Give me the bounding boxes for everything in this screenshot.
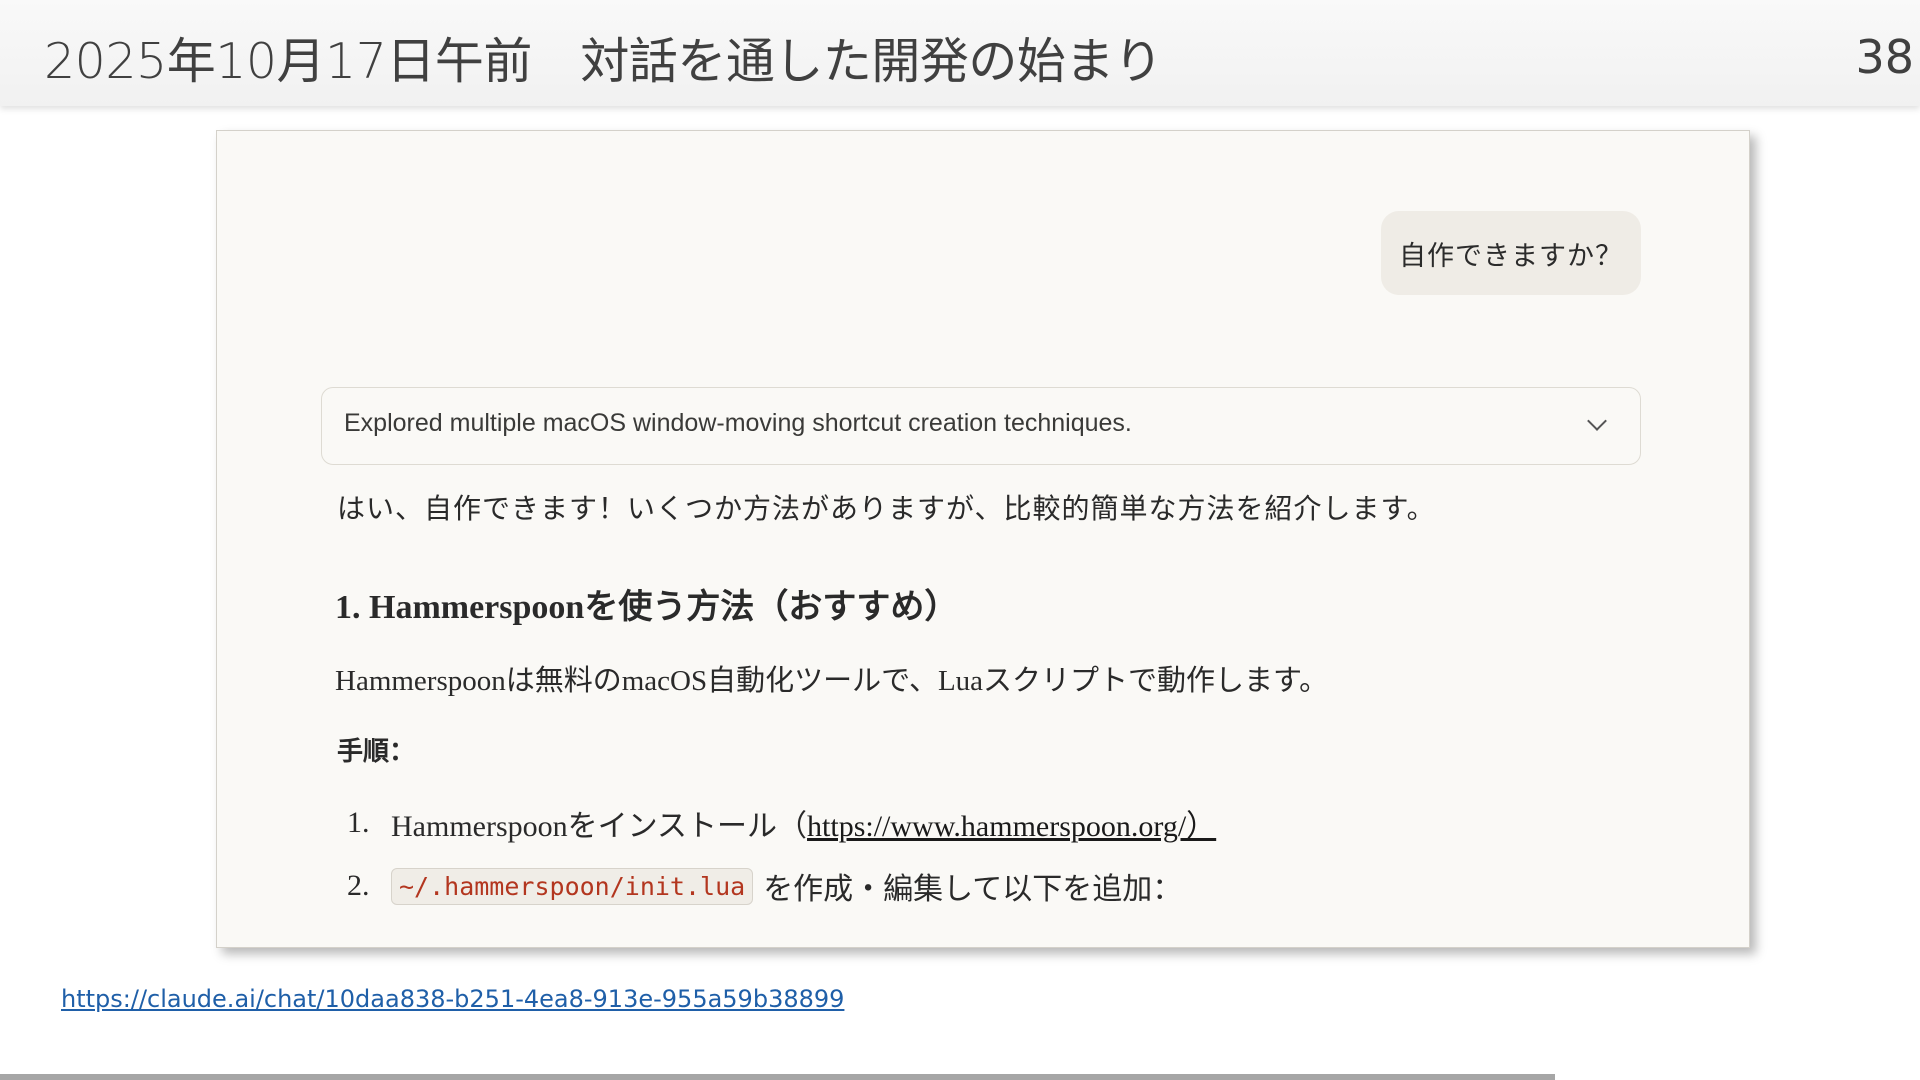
list-item: 1. Hammerspoonをインストール（ https://www.hamme… [347, 801, 1216, 845]
response-heading: 1. Hammerspoonを使う方法（おすすめ） [335, 589, 959, 626]
response-description: Hammerspoonは無料のmacOS自動化ツールで、Luaスクリプトで動作し… [335, 665, 1329, 697]
thinking-summary-toggle[interactable]: Explored multiple macOS window-moving sh… [321, 387, 1641, 465]
user-message-text: 自作できますか？ [1399, 240, 1623, 272]
slide-progress-bar [0, 1074, 1920, 1080]
chat-screenshot: 自作できますか？ Explored multiple macOS window-… [216, 130, 1750, 948]
steps-label: 手順： [337, 737, 416, 766]
list-item: 2. ~/.hammerspoon/init.lua を作成・編集して以下を追加… [347, 864, 1182, 908]
response-intro: はい、自作できます！いくつか方法がありますが、比較的簡単な方法を紹介します。 [337, 494, 1436, 525]
slide-title: 2025年10月17日午前 対話を通した開発の始まり [44, 33, 1163, 90]
list-item-number: 1. [347, 806, 370, 839]
slide-progress-fill [0, 1074, 1556, 1080]
hammerspoon-link[interactable]: https://www.hammerspoon.org/） [807, 801, 1216, 845]
source-link[interactable]: https://claude.ai/chat/10daa838-b251-4ea… [61, 985, 844, 1013]
inline-code: ~/.hammerspoon/init.lua [391, 867, 754, 905]
slide-header: 2025年10月17日午前 対話を通した開発の始まり 38 [0, 0, 1920, 106]
list-item-text: Hammerspoonをインストール（ [391, 810, 808, 843]
slide-number: 38 [1855, 30, 1914, 84]
list-item-number: 2. [347, 869, 370, 902]
user-message-bubble: 自作できますか？ [1381, 211, 1641, 295]
thinking-summary-text: Explored multiple macOS window-moving sh… [344, 409, 1132, 437]
list-item-text: を作成・編集して以下を追加： [763, 873, 1183, 906]
chevron-down-icon[interactable] [1587, 411, 1607, 431]
